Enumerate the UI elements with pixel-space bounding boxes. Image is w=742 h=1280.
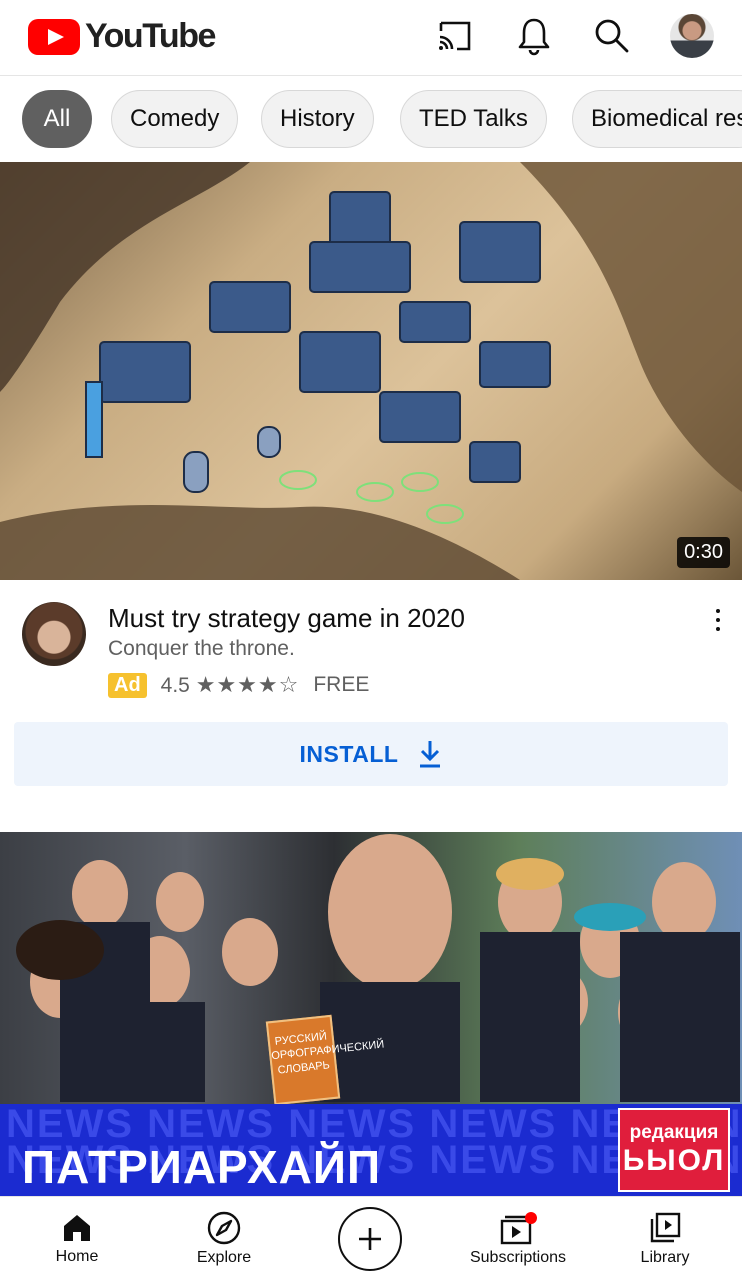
nav-home[interactable]: Home	[46, 1197, 108, 1280]
ad-title[interactable]: Must try strategy game in 2020	[108, 603, 465, 634]
rating-stars-icon: ★★★★☆	[195, 672, 300, 697]
ad-rating: 4.5 ★★★★☆	[161, 672, 300, 698]
library-icon	[650, 1212, 681, 1243]
notifications-bell-icon[interactable]	[512, 14, 556, 58]
chip-all[interactable]: All	[22, 90, 92, 148]
ad-video-thumbnail[interactable]: 0:30	[0, 162, 742, 580]
ad-price: FREE	[313, 673, 370, 696]
install-label: INSTALL	[299, 740, 399, 767]
cast-icon[interactable]	[433, 14, 477, 58]
brand-bottom: ЬЫОЛ	[622, 1144, 726, 1177]
install-button[interactable]: INSTALL	[14, 722, 728, 786]
people-collage	[16, 834, 740, 1102]
top-app-bar: YouTube	[0, 0, 742, 76]
chip-biomedical[interactable]: Biomedical res	[572, 90, 742, 148]
video-duration: 0:30	[677, 537, 730, 568]
search-icon[interactable]	[590, 14, 634, 58]
news-title-band: NEWS NEWS NEWS NEWS NEWS NEWS NEWS NEWS …	[0, 1104, 742, 1196]
dictionary-book: РУССКИЙ ОРФОГРАФИЧЕСКИЙ СЛОВАРЬ	[265, 1014, 385, 1106]
chip-history[interactable]: History	[261, 90, 374, 148]
bottom-navigation: Home Explore Subscriptions Library	[0, 1196, 742, 1280]
nav-explore-label: Explore	[196, 1249, 252, 1266]
filter-chips-bar: All Comedy History TED Talks Biomedical …	[0, 76, 742, 162]
account-avatar[interactable]	[670, 14, 714, 58]
nav-subscriptions-label: Subscriptions	[469, 1249, 567, 1266]
nav-home-label: Home	[55, 1248, 99, 1265]
compass-icon	[207, 1211, 241, 1245]
more-options-icon[interactable]	[706, 606, 730, 634]
youtube-logo[interactable]: YouTube	[28, 17, 216, 56]
ad-badge: Ad	[108, 672, 147, 698]
brand-top: редакция	[629, 1122, 719, 1143]
redaktsiya-logo: редакция ЬЫОЛ	[618, 1108, 730, 1192]
chip-ted-talks[interactable]: TED Talks	[400, 90, 547, 148]
create-button[interactable]	[338, 1207, 402, 1271]
news-title-overlay: ПАТРИАРХАЙП	[22, 1141, 382, 1193]
subscriptions-icon	[500, 1212, 537, 1245]
chip-comedy[interactable]: Comedy	[111, 90, 239, 148]
create-plus-icon	[359, 1228, 381, 1250]
nav-explore[interactable]: Explore	[188, 1197, 260, 1280]
strategy-game-scene	[0, 162, 742, 580]
rating-value: 4.5	[160, 674, 190, 697]
ad-info-row: Ad 4.5 ★★★★☆ FREE	[108, 672, 369, 698]
download-icon	[420, 741, 441, 768]
nav-library[interactable]: Library	[632, 1197, 698, 1280]
youtube-play-icon	[28, 18, 80, 55]
home-icon	[64, 1215, 90, 1241]
logo-text: YouTube	[85, 17, 216, 55]
advertiser-avatar[interactable]	[22, 602, 86, 666]
nav-subscriptions[interactable]: Subscriptions	[462, 1197, 574, 1280]
nav-library-label: Library	[640, 1249, 690, 1266]
ad-subtitle: Conquer the throne.	[108, 637, 295, 660]
news-video-thumbnail[interactable]: РУССКИЙ ОРФОГРАФИЧЕСКИЙ СЛОВАРЬ NEWS NEW…	[0, 832, 742, 1196]
